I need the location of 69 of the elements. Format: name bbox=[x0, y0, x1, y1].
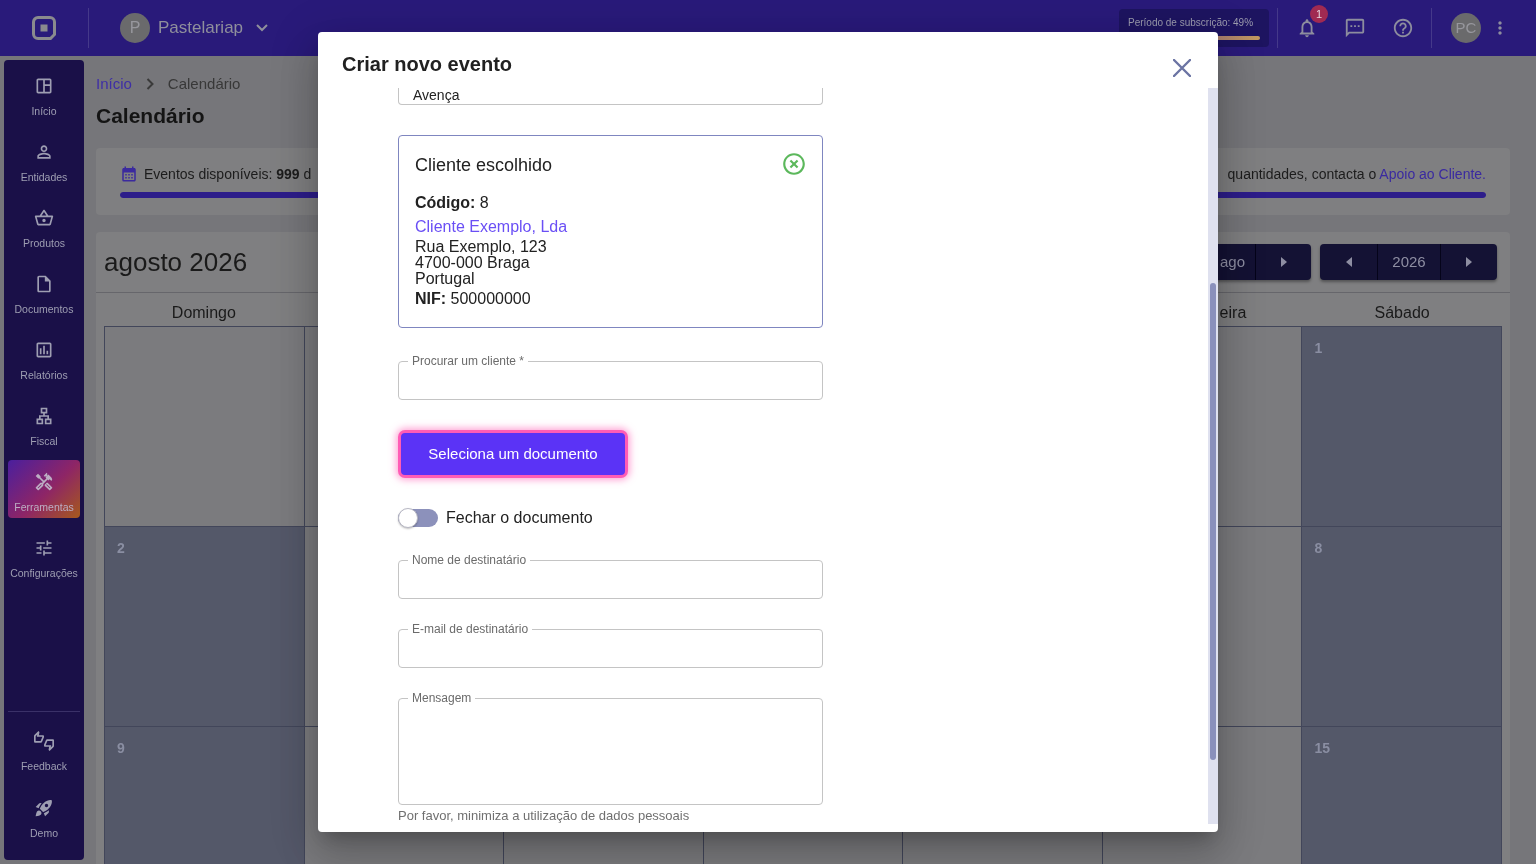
message-field[interactable]: Mensagem bbox=[398, 691, 823, 805]
client-search-field[interactable]: Procurar um cliente * bbox=[398, 354, 823, 400]
field-label: Mensagem bbox=[411, 691, 473, 705]
calendar-day-cell[interactable] bbox=[104, 326, 304, 526]
client-nif: NIF: 500000000 bbox=[415, 289, 531, 309]
chevron-down-icon bbox=[256, 24, 269, 32]
tools-icon bbox=[34, 472, 54, 492]
support-text: quantidades, contacta o Apoio ao Cliente. bbox=[1227, 164, 1486, 184]
calendar-icon bbox=[120, 165, 138, 183]
sidebar-item[interactable]: Produtos bbox=[8, 196, 80, 254]
sidebar-item[interactable]: Relatórios bbox=[8, 328, 80, 386]
sidebar-item[interactable]: Documentos bbox=[8, 262, 80, 320]
dashboard-icon bbox=[34, 76, 54, 96]
text-field[interactable]: Avença bbox=[398, 88, 823, 105]
page-title: Calendário bbox=[96, 103, 205, 129]
recipient-email-field[interactable]: E-mail de destinatário bbox=[398, 622, 823, 668]
toggle-label: Fechar o documento bbox=[446, 508, 593, 528]
field-label: Procurar um cliente * bbox=[411, 354, 526, 368]
weekday-label: Domingo bbox=[171, 303, 236, 323]
recipient-name-field[interactable]: Nome de destinatário bbox=[398, 553, 823, 599]
address-line: Portugal bbox=[415, 271, 475, 287]
logo-icon[interactable] bbox=[32, 16, 56, 40]
bar-chart-icon bbox=[34, 340, 54, 360]
sidebar-item[interactable]: Demo bbox=[8, 786, 80, 844]
field-label: Nome de destinatário bbox=[411, 553, 528, 567]
scrollbar-thumb[interactable] bbox=[1210, 283, 1216, 760]
day-number: 9 bbox=[117, 740, 125, 756]
month-label: ago bbox=[1218, 251, 1246, 272]
notification-badge: 1 bbox=[1310, 5, 1328, 23]
day-number: 1 bbox=[1314, 340, 1323, 356]
client-name-link[interactable]: Cliente Exemplo, Lda bbox=[415, 216, 568, 238]
chat-icon[interactable] bbox=[1344, 17, 1366, 39]
sidebar-item[interactable]: Fiscal bbox=[8, 394, 80, 452]
weekday-label: Sábado bbox=[1374, 303, 1430, 323]
field-label: E-mail de destinatário bbox=[411, 622, 530, 636]
sidebar-item[interactable]: Ferramentas bbox=[8, 460, 80, 518]
day-number: 8 bbox=[1314, 540, 1323, 556]
thumbs-icon bbox=[34, 731, 54, 751]
network-icon bbox=[34, 406, 54, 426]
sidebar-item[interactable]: Configurações bbox=[8, 526, 80, 584]
calendar-title: agosto 2026 bbox=[104, 245, 248, 279]
address-line: 4700-000 Braga bbox=[415, 255, 530, 271]
day-number: 15 bbox=[1314, 740, 1330, 756]
year-label: 2026 bbox=[1377, 244, 1441, 280]
chevron-right-icon bbox=[145, 78, 154, 90]
sidebar-item[interactable]: Início bbox=[8, 64, 80, 122]
address-line: Rua Exemplo, 123 bbox=[415, 239, 547, 255]
breadcrumb-current: Calendário bbox=[167, 73, 241, 94]
message-hint: Por favor, minimiza a utilização de dados pessoais bbox=[398, 808, 690, 824]
caret-left-icon bbox=[1345, 257, 1352, 267]
weekday-label: eira bbox=[1219, 303, 1247, 323]
client-code: Código: 8 bbox=[415, 193, 489, 213]
sliders-icon bbox=[34, 538, 54, 558]
help-icon[interactable] bbox=[1392, 17, 1414, 39]
events-available-text: Eventos disponíveis: 999 d bbox=[144, 164, 312, 184]
toggle-switch[interactable] bbox=[398, 508, 438, 528]
rocket-icon bbox=[34, 798, 54, 818]
caret-right-icon bbox=[1280, 257, 1287, 267]
file-icon bbox=[34, 274, 54, 294]
card-title: Cliente escolhido bbox=[415, 154, 553, 176]
sidebar-item[interactable]: Entidades bbox=[8, 130, 80, 188]
day-number: 2 bbox=[117, 540, 125, 556]
dialog-title: Criar novo evento bbox=[342, 52, 513, 77]
sidebar-item[interactable]: Feedback bbox=[8, 719, 80, 777]
basket-icon bbox=[34, 208, 54, 228]
caret-right-icon bbox=[1466, 257, 1472, 267]
select-document-button[interactable]: Seleciona um documento bbox=[398, 430, 628, 478]
subscription-label: Período de subscrição: 49% bbox=[1128, 17, 1255, 29]
close-icon[interactable] bbox=[1173, 59, 1191, 77]
